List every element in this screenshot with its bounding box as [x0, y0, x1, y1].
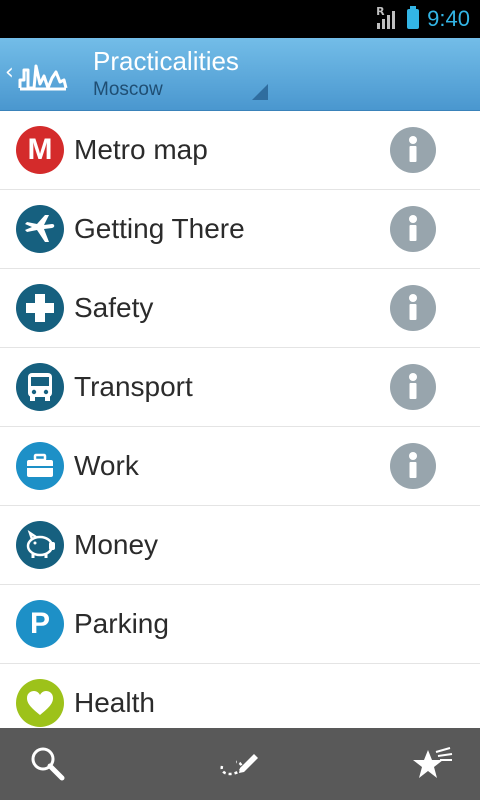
- info-icon[interactable]: [390, 285, 436, 331]
- plus-icon: [16, 284, 64, 332]
- search-icon: [31, 747, 65, 781]
- list-item-label: Money: [74, 529, 159, 560]
- page-title: Practicalities: [93, 46, 239, 76]
- practicalities-list: M Metro map Getting There Safety Transpo…: [0, 111, 480, 728]
- list-item-label: Metro map: [74, 134, 208, 165]
- parking-letter: P: [29, 607, 50, 640]
- title-block[interactable]: Practicalities Moscow: [93, 46, 239, 102]
- metro-letter: M: [27, 133, 53, 166]
- airplane-icon: [16, 205, 64, 253]
- action-bar: ‹ Practicalities Moscow: [0, 38, 480, 112]
- battery-icon: [407, 6, 420, 29]
- list-item-money[interactable]: Money: [0, 506, 480, 585]
- info-icon[interactable]: [390, 364, 436, 410]
- list-item-label: Work: [74, 450, 139, 481]
- app-logo-icon[interactable]: [18, 58, 68, 96]
- list-item-label: Getting There: [74, 213, 245, 244]
- status-icons: R 9:40: [375, 0, 470, 38]
- search-button[interactable]: [0, 728, 96, 800]
- info-icon[interactable]: [390, 443, 436, 489]
- route-pencil-icon: [220, 754, 258, 776]
- list-item-getting-there[interactable]: Getting There: [0, 190, 480, 269]
- list-item-label: Health: [74, 687, 155, 718]
- spinner-triangle-icon[interactable]: [252, 84, 268, 100]
- heart-icon: [16, 679, 64, 727]
- city-subtitle: Moscow: [93, 79, 163, 100]
- star-icon: [413, 747, 453, 778]
- list-item-label: Transport: [74, 371, 193, 402]
- bottom-toolbar: [0, 728, 480, 800]
- list-item-safety[interactable]: Safety: [0, 269, 480, 348]
- list-item-label: Safety: [74, 292, 154, 323]
- status-time: 9:40: [427, 6, 470, 31]
- briefcase-icon: [16, 442, 64, 490]
- list-item-transport[interactable]: Transport: [0, 348, 480, 427]
- back-chevron-icon[interactable]: ‹: [5, 62, 14, 84]
- info-icon[interactable]: [390, 127, 436, 173]
- list-item-label: Parking: [74, 608, 169, 639]
- list-item-health[interactable]: Health: [0, 664, 480, 728]
- list-item-metro-map[interactable]: M Metro map: [0, 111, 480, 190]
- bus-icon: [16, 363, 64, 411]
- favorites-button[interactable]: [384, 728, 480, 800]
- status-bar: R 9:40: [0, 0, 480, 38]
- list-item-parking[interactable]: P Parking: [0, 585, 480, 664]
- parking-icon: P: [16, 600, 64, 648]
- info-icon[interactable]: [390, 206, 436, 252]
- metro-m-icon: M: [16, 126, 64, 174]
- route-button[interactable]: [192, 728, 288, 800]
- list-item-work[interactable]: Work: [0, 427, 480, 506]
- signal-icon: R: [375, 5, 399, 31]
- piggy-bank-icon: [16, 521, 64, 569]
